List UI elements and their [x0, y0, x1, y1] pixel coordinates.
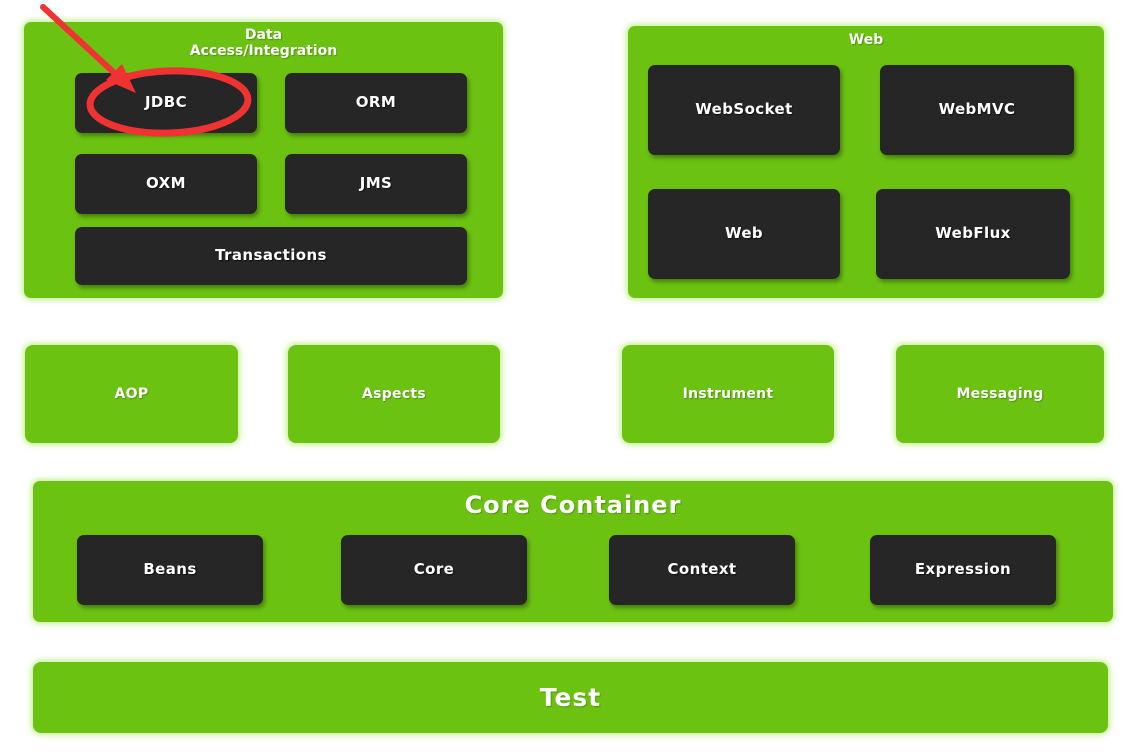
module-box-expression[interactable]: Expression	[870, 535, 1056, 605]
panel-title-core-container: Core Container	[464, 491, 682, 519]
panel-data-access-integration: Data Access/Integration JDBC ORM OXM JMS…	[24, 22, 503, 298]
module-label-oxm: OXM	[146, 174, 186, 193]
module-box-jms[interactable]: JMS	[285, 154, 467, 214]
module-box-webmvc[interactable]: WebMVC	[880, 65, 1074, 155]
module-label-context: Context	[667, 560, 737, 579]
block-label-aop: AOP	[114, 386, 149, 402]
module-label-orm: ORM	[355, 93, 397, 112]
module-label-expression: Expression	[914, 560, 1012, 579]
module-label-websocket: WebSocket	[695, 100, 793, 119]
module-box-web[interactable]: Web	[648, 189, 840, 279]
spring-architecture-diagram: Data Access/Integration JDBC ORM OXM JMS…	[0, 0, 1129, 753]
block-label-instrument: Instrument	[682, 386, 774, 402]
block-aop[interactable]: AOP	[25, 345, 238, 443]
module-label-beans: Beans	[143, 560, 197, 579]
module-label-webflux: WebFlux	[935, 224, 1011, 243]
module-box-transactions[interactable]: Transactions	[75, 227, 467, 285]
panel-title-data-access-integration: Data Access/Integration	[189, 27, 338, 60]
module-box-webflux[interactable]: WebFlux	[876, 189, 1070, 279]
module-label-jms: JMS	[359, 174, 393, 193]
module-label-core: Core	[413, 560, 455, 579]
panel-web: Web WebSocket WebMVC Web WebFlux	[628, 26, 1104, 298]
module-label-webmvc: WebMVC	[938, 100, 1016, 119]
module-box-orm[interactable]: ORM	[285, 73, 467, 133]
panel-title-web: Web	[848, 32, 884, 48]
block-messaging[interactable]: Messaging	[896, 345, 1104, 443]
block-label-test: Test	[539, 683, 602, 712]
block-label-aspects: Aspects	[361, 386, 427, 402]
module-box-beans[interactable]: Beans	[77, 535, 263, 605]
panel-core-container: Core Container Beans Core Context Expres…	[33, 481, 1113, 622]
module-box-websocket[interactable]: WebSocket	[648, 65, 840, 155]
block-label-messaging: Messaging	[956, 386, 1044, 402]
module-box-context[interactable]: Context	[609, 535, 795, 605]
block-instrument[interactable]: Instrument	[622, 345, 834, 443]
module-label-transactions: Transactions	[215, 246, 327, 265]
module-box-jdbc[interactable]: JDBC	[75, 73, 257, 133]
block-test[interactable]: Test	[33, 662, 1108, 733]
module-box-oxm[interactable]: OXM	[75, 154, 257, 214]
module-label-web: Web	[724, 224, 764, 243]
block-aspects[interactable]: Aspects	[288, 345, 500, 443]
module-box-core[interactable]: Core	[341, 535, 527, 605]
module-label-jdbc: JDBC	[144, 93, 188, 112]
